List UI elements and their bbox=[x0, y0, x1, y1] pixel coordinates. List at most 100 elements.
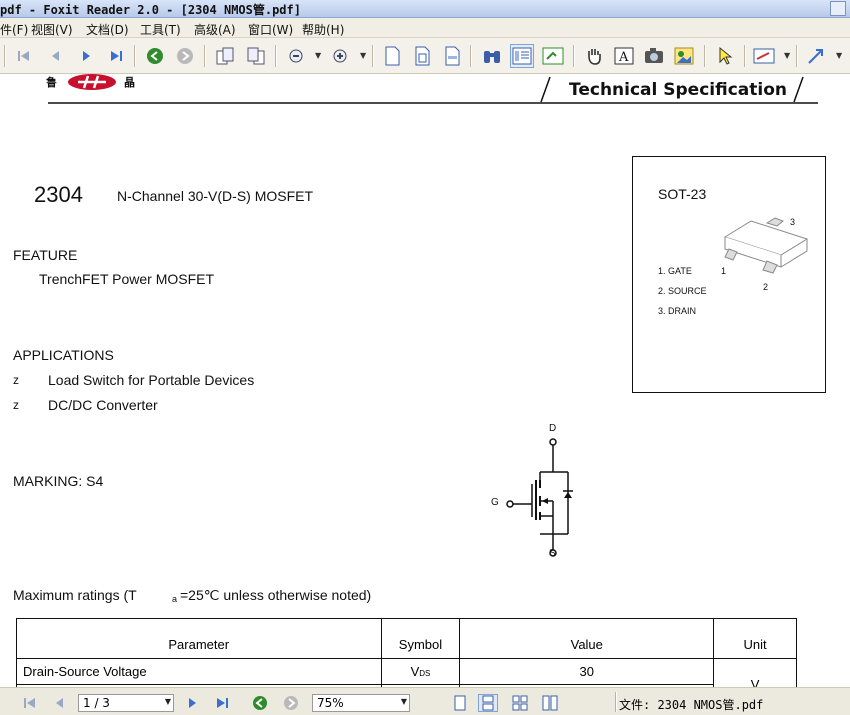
draw-arrow-button[interactable] bbox=[804, 44, 828, 68]
hand-tool-button[interactable] bbox=[582, 44, 606, 68]
bookmarks-button[interactable] bbox=[510, 44, 534, 68]
fit-width-icon bbox=[445, 46, 460, 66]
facing-view-button[interactable] bbox=[510, 694, 530, 712]
applications-heading: APPLICATIONS bbox=[13, 347, 114, 363]
toolbar-separator bbox=[4, 45, 6, 67]
menu-tools[interactable]: 工具(T) bbox=[140, 21, 181, 38]
snapshot-button[interactable] bbox=[642, 44, 666, 68]
select-text-button[interactable]: A bbox=[612, 44, 636, 68]
menu-window[interactable]: 窗口(W) bbox=[248, 21, 293, 38]
main-toolbar: ▼ ▼ A ▼ ▼ bbox=[0, 38, 850, 74]
zoom-out-button[interactable] bbox=[284, 44, 308, 68]
rotate-left-button[interactable] bbox=[213, 44, 237, 68]
go-forward-button[interactable] bbox=[173, 44, 197, 68]
zoom-in-icon bbox=[333, 49, 347, 63]
menu-document[interactable]: 文档(D) bbox=[86, 21, 129, 38]
chevron-down-icon[interactable]: ▼ bbox=[315, 51, 321, 60]
text-select-icon: A bbox=[614, 47, 634, 65]
single-page-icon bbox=[454, 695, 466, 711]
page-icon bbox=[385, 46, 400, 66]
window-control-button[interactable] bbox=[830, 1, 846, 16]
image-icon bbox=[674, 47, 694, 65]
zoom-select[interactable]: 75% ▼ bbox=[312, 694, 410, 712]
foxit-reader-window: pdf - Foxit Reader 2.0 - [2304 NMOS管.pdf… bbox=[0, 0, 850, 715]
table-row: Drain-Source Voltage VDS 30 V bbox=[16, 658, 797, 687]
continuous-view-button[interactable] bbox=[478, 694, 498, 712]
bookmark-panel-icon bbox=[512, 47, 532, 65]
chevron-down-icon[interactable]: ▼ bbox=[360, 51, 366, 60]
application-item: Load Switch for Portable Devices bbox=[48, 372, 255, 388]
rotate-right-button[interactable] bbox=[244, 44, 268, 68]
bullet-marker: z bbox=[13, 398, 19, 412]
next-page-icon bbox=[83, 51, 90, 61]
marking-label: MARKING: S4 bbox=[13, 473, 104, 489]
chevron-down-icon[interactable]: ▼ bbox=[836, 51, 842, 60]
fit-page-icon bbox=[415, 46, 430, 66]
sot23-package-drawing bbox=[723, 217, 809, 274]
go-back-button[interactable] bbox=[250, 694, 270, 712]
continuous-page-icon bbox=[482, 695, 494, 711]
chevron-down-icon[interactable]: ▼ bbox=[784, 51, 790, 60]
continuous-facing-view-button[interactable] bbox=[540, 694, 560, 712]
title-bar: pdf - Foxit Reader 2.0 - [2304 NMOS管.pdf… bbox=[0, 0, 850, 18]
column-header: Symbol bbox=[380, 618, 461, 659]
camera-icon bbox=[645, 48, 663, 63]
fit-width-button[interactable] bbox=[440, 44, 464, 68]
first-page-button[interactable] bbox=[20, 694, 40, 712]
next-page-button[interactable] bbox=[74, 44, 98, 68]
last-page-icon bbox=[111, 51, 122, 61]
value-cell: 30 bbox=[459, 658, 715, 685]
fit-page-button[interactable] bbox=[410, 44, 434, 68]
page-number-field[interactable]: 1 / 3 ▼ bbox=[78, 694, 174, 712]
previous-page-button[interactable] bbox=[50, 694, 70, 712]
pin-label: 3. DRAIN bbox=[658, 306, 697, 316]
spec-title: Technical Specification bbox=[569, 80, 788, 100]
drain-label: D bbox=[549, 423, 557, 434]
cursor-arrow-icon bbox=[719, 46, 733, 65]
select-tool-button[interactable] bbox=[713, 44, 737, 68]
package-name: SOT-23 bbox=[658, 186, 707, 202]
source-label: S bbox=[549, 548, 556, 559]
go-forward-button[interactable] bbox=[281, 694, 301, 712]
max-ratings-subscript: a bbox=[172, 594, 178, 604]
go-back-button[interactable] bbox=[143, 44, 167, 68]
actual-size-button[interactable] bbox=[380, 44, 404, 68]
menu-view[interactable]: 视图(V) bbox=[31, 21, 73, 38]
last-page-button[interactable] bbox=[104, 44, 128, 68]
next-page-icon bbox=[189, 698, 196, 708]
previous-page-icon bbox=[56, 698, 63, 708]
chevron-down-icon[interactable]: ▼ bbox=[165, 697, 171, 706]
file-name-label: 文件: 2304 NMOS管.pdf bbox=[619, 698, 764, 712]
chevron-down-icon[interactable]: ▼ bbox=[401, 697, 407, 706]
toolbar-separator bbox=[372, 45, 374, 67]
menu-advanced[interactable]: 高级(A) bbox=[194, 21, 236, 38]
image-tool-button[interactable] bbox=[672, 44, 696, 68]
pdf-page: 鲁 晶 Technical Specification 2304 N-Chann… bbox=[0, 74, 850, 687]
menu-bar: 件(F) 视图(V) 文档(D) 工具(T) 高级(A) 窗口(W) 帮助(H) bbox=[0, 18, 850, 38]
pin-number: 2 bbox=[763, 282, 769, 292]
annotation-button[interactable] bbox=[752, 44, 776, 68]
zoom-value: 75% bbox=[317, 696, 344, 710]
previous-page-button[interactable] bbox=[44, 44, 68, 68]
find-button[interactable] bbox=[480, 44, 504, 68]
toolbar-separator bbox=[573, 45, 575, 67]
next-page-button[interactable] bbox=[182, 694, 202, 712]
single-page-view-button[interactable] bbox=[450, 694, 470, 712]
first-page-icon bbox=[18, 51, 29, 61]
hand-icon bbox=[588, 49, 601, 65]
zoom-in-button[interactable] bbox=[328, 44, 352, 68]
toolbar-separator bbox=[134, 45, 136, 67]
pin-label: 2. SOURCE bbox=[658, 286, 707, 296]
pin-number: 3 bbox=[790, 217, 796, 227]
last-page-button[interactable] bbox=[212, 694, 232, 712]
toolbar-separator bbox=[275, 45, 277, 67]
rotate-page-icon bbox=[216, 47, 234, 65]
ratings-table: Parameter Symbol Value Unit Drain-Source… bbox=[16, 618, 797, 687]
menu-help[interactable]: 帮助(H) bbox=[302, 21, 344, 38]
thumbnails-button[interactable] bbox=[541, 44, 565, 68]
menu-file[interactable]: 件(F) bbox=[0, 21, 28, 38]
symbol-subscript: DS bbox=[419, 669, 431, 678]
pin-label: 1. GATE bbox=[658, 266, 692, 276]
first-page-button[interactable] bbox=[12, 44, 36, 68]
symbol-main: V bbox=[410, 664, 420, 679]
